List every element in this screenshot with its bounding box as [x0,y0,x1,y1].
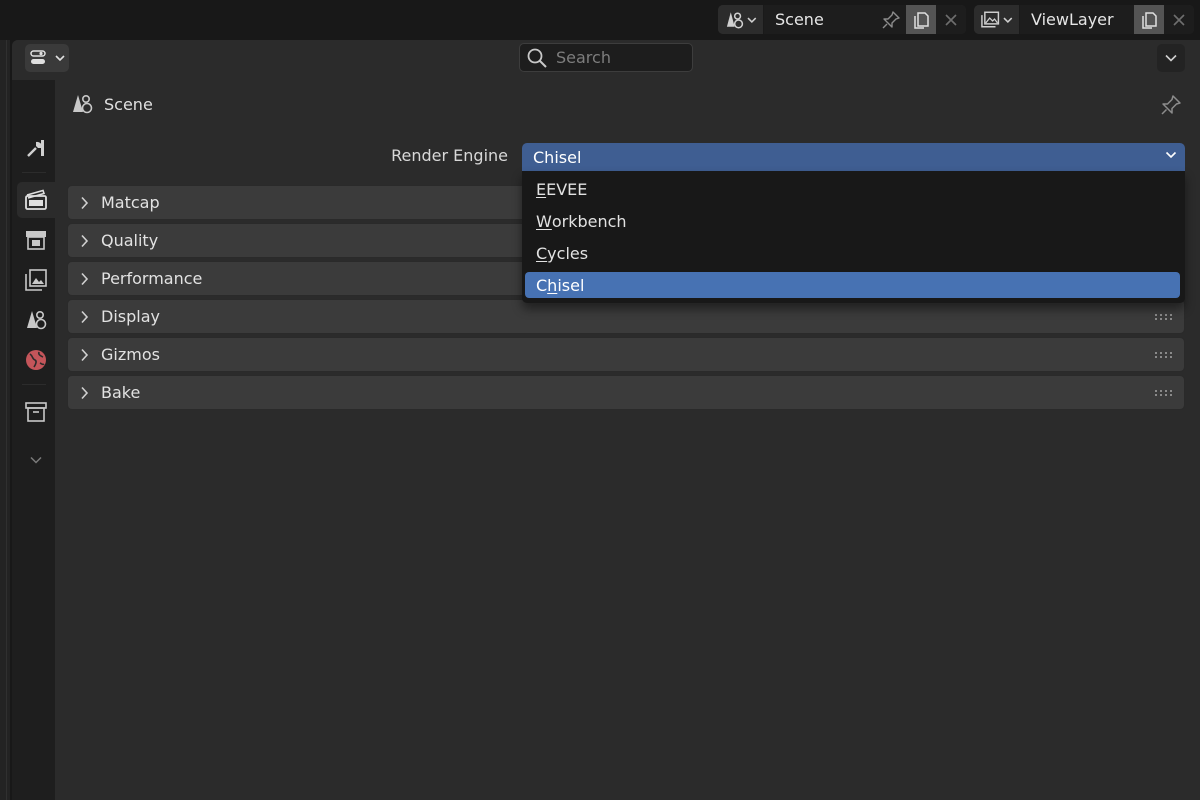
tab-scene[interactable] [17,302,55,338]
panel-title: Matcap [101,193,160,212]
panel-gizmos[interactable]: Gizmos [67,337,1185,372]
new-view-layer-button[interactable] [1134,5,1164,34]
menu-item-workbench[interactable]: Workbench [525,208,1180,234]
properties-editor-icon [30,50,46,64]
viewport-edge [0,40,10,800]
pin-icon [1161,95,1181,115]
view-layer-browse-button[interactable] [974,5,1020,34]
top-header-bar: Scene ViewLayer [0,0,1200,40]
view-layer-name-field[interactable]: ViewLayer [1020,5,1134,34]
render-engine-menu: E EVEE Workbench Cycles Ch isel [522,171,1185,303]
panel-title: Display [101,307,160,326]
panel-title: Bake [101,383,141,402]
chevron-right-icon [80,310,92,324]
tab-expand-button[interactable] [17,442,55,478]
app-window: Scene ViewLayer Search Scene Render Engi… [0,0,1200,800]
panel-title: Gizmos [101,345,160,364]
chevron-down-icon [55,55,65,62]
duplicate-icon [914,11,929,29]
tab-view-layer[interactable] [17,262,55,298]
chevron-down-icon [747,17,757,23]
panel-display[interactable]: Display [67,299,1185,334]
drag-handle-icon[interactable] [1154,351,1172,359]
render-icon [25,189,47,210]
scene-icon [73,94,93,114]
tab-world[interactable] [17,342,55,378]
scene-browse-button[interactable] [718,5,764,34]
editor-type-button[interactable] [25,44,69,72]
chevron-right-icon [80,234,92,248]
context-label: Scene [104,94,153,114]
drag-handle-icon[interactable] [1154,389,1172,397]
menu-item-eevee[interactable]: E EVEE [525,176,1180,202]
pin-icon [882,10,900,28]
scene-pin-button[interactable] [876,5,906,34]
delete-view-layer-button[interactable] [1164,5,1194,34]
scene-name-field[interactable]: Scene [764,5,876,34]
panel-title: Quality [101,231,159,250]
output-icon [26,231,46,250]
new-scene-button[interactable] [906,5,936,34]
scene-icon [726,11,744,29]
panel-title: Performance [101,269,203,288]
close-icon [1173,13,1185,26]
chevron-down-icon [30,456,42,464]
view-layer-icon [25,269,47,291]
search-field[interactable] [519,43,693,72]
collection-icon [25,402,47,422]
duplicate-icon [1142,11,1157,29]
render-engine-select[interactable]: Chisel [522,143,1185,171]
menu-item-chisel[interactable]: Ch isel [525,272,1180,298]
editor-header [12,40,1200,77]
search-icon [527,48,547,68]
menu-item-cycles[interactable]: Cycles [525,240,1180,266]
render-engine-label: Render Engine [391,146,508,165]
chevron-down-icon [1165,54,1177,62]
chevron-right-icon [80,196,92,210]
tab-collection[interactable] [17,394,55,430]
world-icon [26,350,46,370]
chevron-down-icon [1003,17,1013,23]
properties-editor: Scene Render Engine Chisel Matcap Qualit… [12,40,1200,800]
view-layer-icon [981,11,1000,28]
tab-tool[interactable] [17,130,55,166]
tab-output[interactable] [17,222,55,258]
chevron-down-icon [1165,151,1177,159]
context-path: Scene [70,90,153,118]
render-engine-value: Chisel [533,147,582,167]
chevron-right-icon [80,348,92,362]
divider [22,172,46,173]
view-layer-selector: ViewLayer [974,5,1194,34]
search-input[interactable] [556,48,686,67]
chevron-right-icon [80,386,92,400]
properties-tab-bar [12,80,55,800]
pin-context-button[interactable] [1157,91,1185,119]
chevron-right-icon [80,272,92,286]
delete-scene-button[interactable] [936,5,966,34]
drag-handle-icon[interactable] [1154,313,1172,321]
close-icon [945,13,957,26]
tab-render[interactable] [17,182,55,218]
divider [22,384,46,385]
scene-icon [27,310,47,330]
tool-icon [27,140,44,157]
panel-bake[interactable]: Bake [67,375,1185,410]
options-dropdown-button[interactable] [1157,44,1185,72]
scene-selector: Scene [718,5,966,34]
divider [6,40,7,800]
